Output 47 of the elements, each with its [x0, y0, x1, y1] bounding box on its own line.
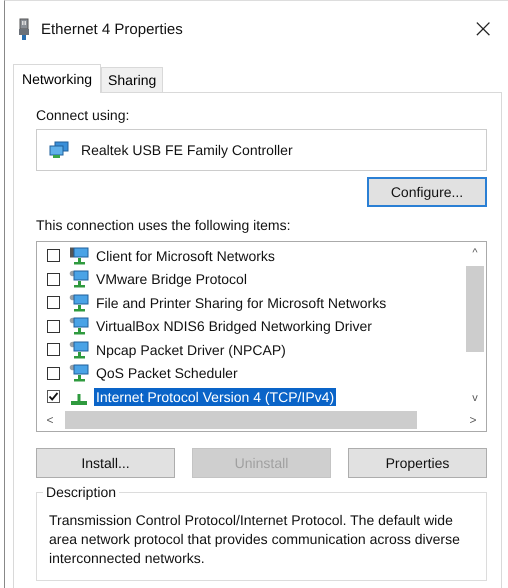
list-item[interactable]: File and Printer Sharing for Microsoft Networks [47, 291, 464, 314]
ethernet-plug-icon [17, 18, 31, 40]
checkbox[interactable] [47, 343, 60, 356]
checkbox[interactable] [47, 249, 60, 262]
item-label: File and Printer Sharing for Microsoft Networks [95, 294, 388, 312]
scroll-down-arrow[interactable]: v [472, 386, 478, 408]
list-item[interactable]: Client for Microsoft Networks [47, 244, 464, 268]
item-label: VMware Bridge Protocol [95, 270, 248, 288]
description-text: Transmission Control Protocol/Internet Protocol. The default wide area network protocol that provides communication across diverse interconnected networks. [49, 510, 461, 568]
item-label: VirtualBox NDIS6 Bridged Networking Driver [95, 317, 373, 336]
checkbox[interactable] [47, 296, 60, 310]
list-item[interactable]: QoS Packet Scheduler [47, 362, 464, 385]
checkbox[interactable] [47, 272, 60, 286]
list-item[interactable]: Internet Protocol Version 4 (TCP/IPv4) [47, 385, 464, 408]
item-label: Internet Protocol Version 4 (TCP/IPv4) [94, 388, 336, 406]
list-item[interactable]: VMware Bridge Protocol [47, 268, 464, 291]
connect-using-label: Connect using: [36, 107, 130, 123]
item-label: Client for Microsoft Networks [95, 246, 276, 265]
description-title: Description [43, 484, 120, 500]
checkbox[interactable] [47, 320, 60, 333]
list-item[interactable]: Npcap Packet Driver (NPCAP) [47, 338, 464, 362]
network-service-icon [69, 294, 89, 312]
tab[interactable]: Networking [13, 64, 102, 93]
items-label: This connection uses the following items: [36, 217, 292, 233]
scroll-up-arrow[interactable]: ^ [472, 242, 478, 264]
action-button[interactable]: Install... [36, 448, 175, 478]
network-service-icon [69, 317, 89, 336]
action-button[interactable]: Properties [348, 448, 487, 478]
network-service-icon [69, 364, 89, 382]
window-title: Ethernet 4 Properties [41, 20, 184, 38]
client-computer-icon [69, 246, 89, 265]
checkbox[interactable] [47, 366, 60, 380]
checkbox[interactable] [47, 390, 60, 404]
scroll-right-arrow[interactable]: > [464, 412, 482, 426]
network-adapter-icon [49, 141, 69, 159]
tab[interactable]: Sharing [101, 67, 164, 92]
network-service-icon [69, 340, 89, 359]
item-label: Npcap Packet Driver (NPCAP) [95, 340, 287, 359]
adapter-field: Realtek USB FE Family Controller [36, 129, 487, 171]
list-item[interactable]: VirtualBox NDIS6 Bridged Networking Driver [47, 314, 464, 338]
network-protocol-icon [71, 394, 87, 405]
vertical-scrollbar[interactable]: ^ v [464, 242, 486, 408]
close-button[interactable]: × [466, 14, 500, 44]
item-label: QoS Packet Scheduler [95, 364, 239, 382]
network-service-icon [69, 270, 89, 288]
configure-button[interactable]: Configure... [367, 177, 487, 207]
scroll-left-arrow[interactable]: < [41, 412, 59, 426]
